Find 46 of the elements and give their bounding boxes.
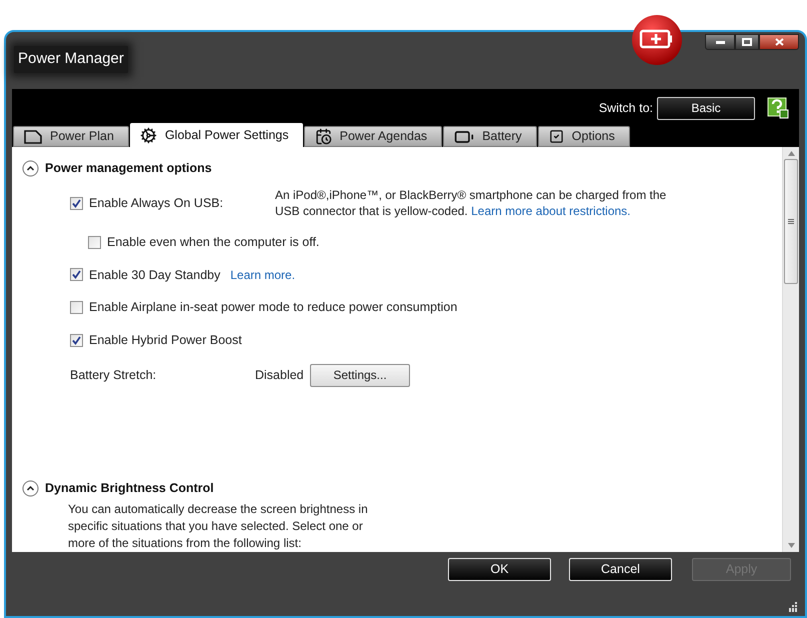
checkbox[interactable]: [70, 196, 83, 210]
close-icon: [774, 38, 784, 46]
scroll-up-icon[interactable]: [788, 151, 794, 156]
checkbox-label[interactable]: Enable 30 Day Standby: [89, 266, 220, 284]
minimize-button[interactable]: [705, 34, 735, 50]
settings-button[interactable]: Settings...: [310, 364, 410, 387]
checkbox-label[interactable]: Enable Always On USB:: [89, 194, 224, 212]
maximize-button[interactable]: [735, 34, 759, 50]
checkbox[interactable]: [70, 301, 83, 314]
learn-more-link[interactable]: Learn more.: [230, 266, 296, 284]
switch-to-label: Switch to:: [598, 100, 653, 117]
setting-label: Battery Stretch:: [70, 366, 158, 384]
tab[interactable]: Power Agendas: [304, 126, 442, 147]
usb-description: An iPod®,iPhone™, or BlackBerry® smartphone can be charged from the USB connector that is yellow-coded. Learn more about restrictions.: [275, 186, 668, 219]
collapse-icon[interactable]: [22, 160, 39, 177]
checkbox-label[interactable]: Enable Airplane in-seat power mode to reduce power consumption: [89, 298, 458, 317]
scroll-down-icon[interactable]: [788, 543, 794, 548]
tab[interactable]: Global Power Settings: [130, 123, 303, 147]
document-icon: [24, 130, 42, 144]
dialog-button[interactable]: Cancel: [569, 558, 672, 581]
collapse-icon[interactable]: [22, 480, 39, 498]
gear-icon: [140, 126, 157, 144]
battery-logo-icon: [631, 14, 683, 66]
checkbox-label[interactable]: Enable Hybrid Power Boost: [89, 331, 242, 350]
basic-button[interactable]: Basic: [657, 96, 755, 120]
calendar-clock-icon: [314, 128, 332, 145]
setting-value: Disabled: [255, 366, 305, 384]
close-button[interactable]: [759, 34, 799, 50]
learn-more-link[interactable]: Learn more about restrictions.: [471, 204, 631, 218]
scrollbar-thumb[interactable]: [784, 159, 798, 284]
checkbox-label[interactable]: Enable even when the computer is off.: [107, 232, 320, 252]
tab[interactable]: Options: [538, 126, 630, 147]
section-heading: Dynamic Brightness Control: [45, 480, 214, 498]
tab[interactable]: Power Plan: [13, 126, 129, 147]
section-description: You can automatically decrease the screen brightness in specific situations that you have selected. Select one or more of the situations from the following list:: [67, 501, 369, 552]
dialog-button[interactable]: OK: [448, 558, 551, 581]
window-title: Power Manager: [14, 46, 128, 72]
section-heading: Power management options: [45, 160, 212, 177]
scrollbar[interactable]: [782, 147, 799, 552]
help-icon[interactable]: [767, 97, 789, 119]
checkbox-icon: [548, 129, 564, 144]
tab[interactable]: Battery: [443, 126, 537, 147]
checkbox[interactable]: [88, 236, 101, 249]
resize-grip-icon[interactable]: [787, 602, 797, 612]
checkbox[interactable]: [70, 334, 83, 347]
checkbox[interactable]: [70, 268, 83, 282]
